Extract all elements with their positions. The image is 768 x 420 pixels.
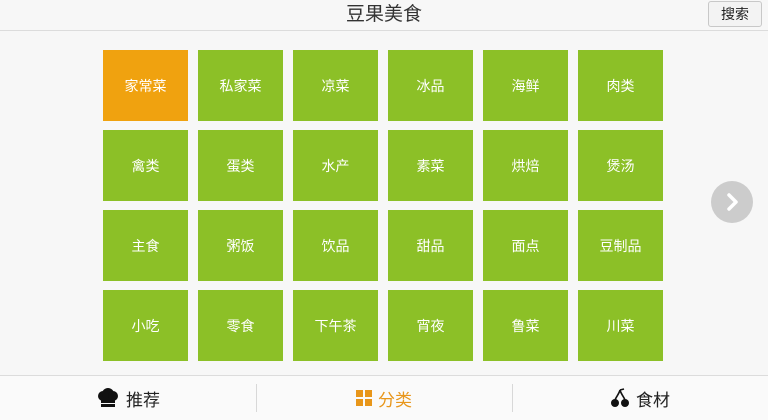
category-tile[interactable]: 家常菜 <box>103 50 188 121</box>
bottom-tab-bar: 推荐 分类 食材 <box>0 375 768 420</box>
category-tile[interactable]: 海鲜 <box>483 50 568 121</box>
chevron-right-icon <box>727 193 738 211</box>
grid-icon <box>356 390 372 406</box>
chef-hat-icon <box>96 388 120 408</box>
tab-ingredients[interactable]: 食材 <box>512 376 768 420</box>
category-tile[interactable]: 宵夜 <box>388 290 473 361</box>
category-tile[interactable]: 面点 <box>483 210 568 281</box>
tab-category[interactable]: 分类 <box>256 376 512 420</box>
category-tile[interactable]: 凉菜 <box>293 50 378 121</box>
category-tile[interactable]: 肉类 <box>578 50 663 121</box>
category-tile[interactable]: 川菜 <box>578 290 663 361</box>
category-tile[interactable]: 素菜 <box>388 130 473 201</box>
category-tile[interactable]: 鲁菜 <box>483 290 568 361</box>
tab-recommend[interactable]: 推荐 <box>0 376 256 420</box>
category-tile[interactable]: 小吃 <box>103 290 188 361</box>
category-tile[interactable]: 粥饭 <box>198 210 283 281</box>
next-page-button[interactable] <box>711 181 753 223</box>
category-tile[interactable]: 甜品 <box>388 210 473 281</box>
category-tile[interactable]: 主食 <box>103 210 188 281</box>
category-tile[interactable]: 冰品 <box>388 50 473 121</box>
category-tile[interactable]: 饮品 <box>293 210 378 281</box>
app-header: 豆果美食 搜索 <box>0 0 768 31</box>
category-tile[interactable]: 蛋类 <box>198 130 283 201</box>
app-title: 豆果美食 <box>345 3 422 25</box>
category-tile[interactable]: 私家菜 <box>198 50 283 121</box>
category-tile[interactable]: 禽类 <box>103 130 188 201</box>
category-tile[interactable]: 下午茶 <box>293 290 378 361</box>
category-tile[interactable]: 烘焙 <box>483 130 568 201</box>
category-tile[interactable]: 零食 <box>198 290 283 361</box>
tab-recommend-label: 推荐 <box>126 390 160 411</box>
category-grid: 家常菜 私家菜 凉菜 冰品 海鲜 肉类 禽类 蛋类 水产 素菜 烘焙 煲汤 主食… <box>103 50 663 361</box>
tab-ingredients-label: 食材 <box>636 390 670 411</box>
category-tile[interactable]: 水产 <box>293 130 378 201</box>
category-tile[interactable]: 豆制品 <box>578 210 663 281</box>
tab-category-label: 分类 <box>378 390 412 411</box>
category-tile[interactable]: 煲汤 <box>578 130 663 201</box>
cherries-icon <box>610 388 630 408</box>
search-button[interactable]: 搜索 <box>708 1 762 27</box>
